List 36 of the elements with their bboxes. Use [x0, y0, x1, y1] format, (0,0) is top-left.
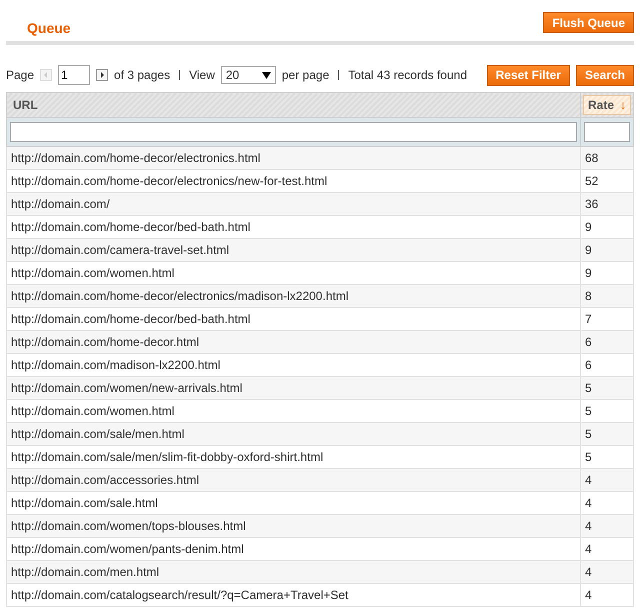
- table-cell: 5: [580, 422, 634, 446]
- column-header[interactable]: Rate ↓: [583, 95, 631, 115]
- table-cell: http://domain.com/home-decor/electronics.html: [6, 146, 580, 170]
- table-cell: http://domain.com/sale/men.html: [6, 422, 580, 446]
- table-cell: 9: [580, 238, 634, 262]
- table-cell: http://domain.com/camera-travel-set.html: [6, 238, 580, 262]
- page-title: Queue: [27, 20, 71, 36]
- page-label: Page: [6, 68, 34, 82]
- table-cell: 68: [580, 146, 634, 170]
- table-cell: http://domain.com/women/tops-blouses.html: [6, 514, 580, 538]
- table-cell: 4: [580, 560, 634, 584]
- table-cell: http://domain.com/home-decor.html: [6, 330, 580, 354]
- previous-page-icon[interactable]: [40, 69, 52, 81]
- table-cell: http://domain.com/men.html: [6, 560, 580, 584]
- table-cell: 4: [580, 514, 634, 538]
- view-label: View: [189, 68, 215, 82]
- filter-field[interactable]: [584, 122, 630, 142]
- table-cell: 8: [580, 284, 634, 308]
- table-cell: 4: [580, 584, 634, 606]
- table-cell: http://domain.com/home-decor/electronics/madison-lx2200.html: [6, 284, 580, 308]
- page-field[interactable]: 1: [58, 65, 90, 85]
- table-cell: 36: [580, 192, 634, 216]
- dropdown-icon: [262, 72, 271, 78]
- page-count: of 3 pages: [114, 68, 170, 82]
- table-cell: http://domain.com/: [6, 192, 580, 216]
- table-cell: 4: [580, 468, 634, 492]
- table-cell: 6: [580, 330, 634, 354]
- record-count: Total 43 records found: [348, 68, 467, 82]
- per-page-select[interactable]: 20: [220, 66, 276, 84]
- next-page-icon[interactable]: [96, 69, 108, 81]
- table-cell: 5: [580, 376, 634, 400]
- per-page-label: per page: [282, 68, 330, 82]
- table-cell: http://domain.com/accessories.html: [6, 468, 580, 492]
- table-cell: http://domain.com/catalogsearch/result/?q=Camera+Travel+Set: [6, 584, 580, 606]
- table-cell: http://domain.com/women/new-arrivals.html: [6, 376, 580, 400]
- filter-field[interactable]: [10, 122, 577, 142]
